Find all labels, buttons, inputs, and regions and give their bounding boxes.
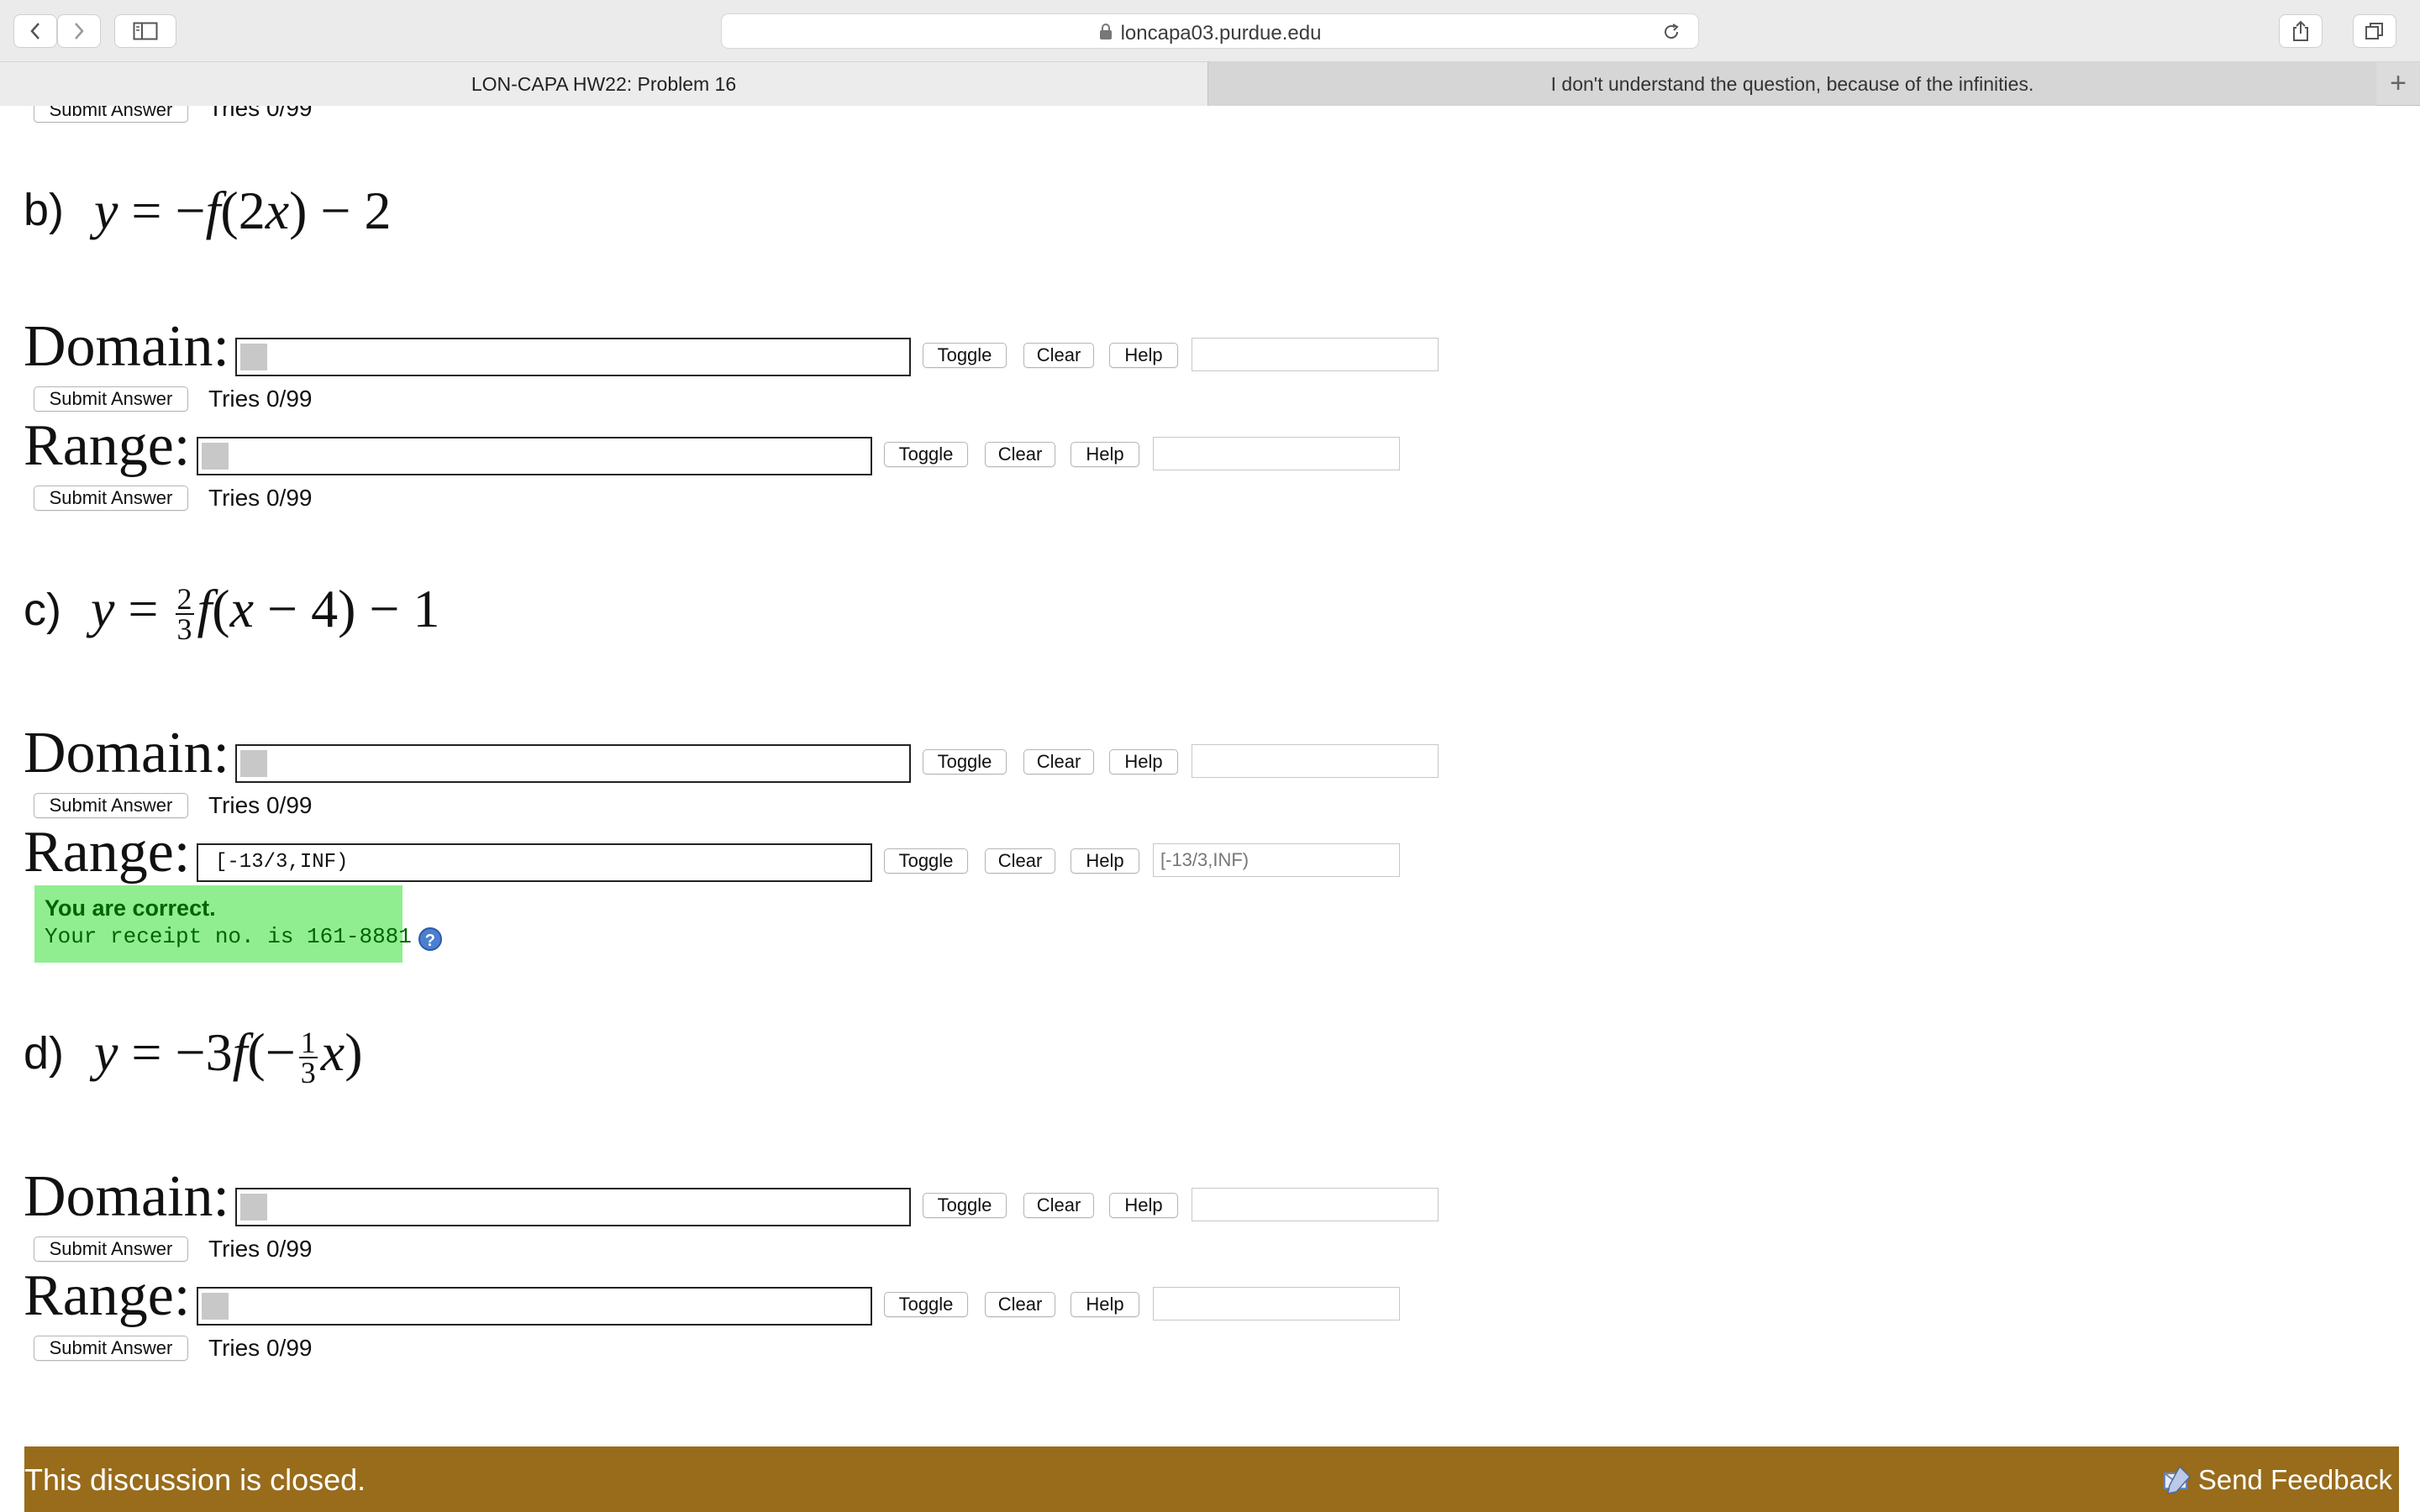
range-input[interactable] [197, 437, 872, 475]
tries-counter: Tries 0/99 [208, 485, 313, 511]
clear-button[interactable]: Clear [985, 848, 1055, 874]
fraction: 23 [175, 582, 194, 647]
help-button[interactable]: Help [1071, 1292, 1139, 1317]
domain-input[interactable] [235, 1188, 911, 1226]
receipt-text: Your receipt no. is 161-8881 [45, 924, 412, 949]
tab-problem-16[interactable]: LON-CAPA HW22: Problem 16 [0, 62, 1208, 106]
domain-input[interactable] [235, 744, 911, 783]
domain-label: Domain: [24, 314, 229, 379]
page-content: Submit Answer Tries 0/99 b) y = −f(2x) −… [0, 106, 2420, 1512]
discussion-closed-text: This discussion is closed. [24, 1462, 366, 1497]
input-cursor [240, 1194, 267, 1221]
part-letter: d) [24, 1028, 65, 1079]
range-input[interactable] [197, 1287, 872, 1326]
clear-button[interactable]: Clear [985, 1292, 1055, 1317]
forward-button[interactable] [57, 14, 101, 48]
domain-label: Domain: [24, 1164, 229, 1229]
fraction: 13 [298, 1026, 318, 1090]
part-b-formula: y = −f(2x) − 2 [94, 181, 392, 240]
sidebar-icon [133, 22, 158, 40]
clear-button[interactable]: Clear [985, 442, 1055, 467]
submit-answer-button[interactable]: Submit Answer [34, 1336, 188, 1361]
send-feedback-label: Send Feedback [2197, 1464, 2392, 1495]
answer-preview [1192, 338, 1439, 371]
range-input[interactable]: [-13/3,INF) [197, 843, 872, 882]
clear-button[interactable]: Clear [1023, 749, 1094, 774]
answer-preview: [-13/3,INF) [1153, 843, 1400, 877]
part-letter: c) [24, 585, 61, 635]
tries-counter: Tries 0/99 [208, 106, 313, 121]
tabs-overview-icon [2365, 23, 2383, 39]
submit-answer-button[interactable]: Submit Answer [34, 386, 188, 412]
clear-button[interactable]: Clear [1023, 1193, 1094, 1218]
help-circle-icon[interactable]: ? [418, 927, 442, 951]
share-icon [2293, 20, 2308, 41]
range-label: Range: [24, 413, 191, 478]
part-letter: b) [24, 185, 65, 235]
back-icon [30, 23, 39, 39]
answer-preview [1192, 744, 1439, 778]
input-cursor [202, 443, 229, 470]
browser-toolbar: loncapa03.purdue.edu [0, 0, 2420, 62]
help-button[interactable]: Help [1071, 442, 1139, 467]
tabs-overview-button[interactable] [2353, 14, 2396, 48]
tries-counter: Tries 0/99 [208, 1236, 313, 1262]
submit-answer-button[interactable]: Submit Answer [34, 793, 188, 818]
feedback-icon [2163, 1465, 2191, 1494]
part-d-formula: y = −3f(− 1 3 x) [94, 1022, 363, 1090]
help-button[interactable]: Help [1109, 1193, 1178, 1218]
tab-discussion[interactable]: I don't understand the question, because… [1208, 62, 2376, 106]
url-text: loncapa03.purdue.edu [1120, 22, 1322, 45]
toggle-button[interactable]: Toggle [923, 343, 1007, 368]
toggle-button[interactable]: Toggle [884, 1292, 968, 1317]
clear-button[interactable]: Clear [1023, 343, 1094, 368]
new-tab-button[interactable]: + [2376, 62, 2420, 106]
tab-bar: LON-CAPA HW22: Problem 16 I don't unders… [0, 62, 2420, 106]
domain-label: Domain: [24, 721, 229, 785]
toggle-button[interactable]: Toggle [884, 442, 968, 467]
correct-message: You are correct. [45, 895, 216, 921]
input-cursor [202, 1293, 229, 1320]
discussion-footer: This discussion is closed. Send Feedback [24, 1446, 2399, 1512]
tries-counter: Tries 0/99 [208, 1335, 313, 1361]
help-button[interactable]: Help [1071, 848, 1139, 874]
range-label: Range: [24, 1263, 191, 1328]
answer-preview [1192, 1188, 1439, 1221]
toggle-button[interactable]: Toggle [923, 1193, 1007, 1218]
share-button[interactable] [2279, 14, 2323, 48]
correct-feedback-box: You are correct. Your receipt no. is 161… [34, 885, 442, 963]
part-c-formula: y = 2 3 f(x − 4) − 1 [91, 579, 440, 647]
submit-answer-button[interactable]: Submit Answer [34, 106, 188, 123]
input-cursor [240, 344, 267, 370]
tries-counter: Tries 0/99 [208, 792, 313, 818]
reload-icon[interactable] [1661, 22, 1681, 42]
answer-preview [1153, 1287, 1400, 1320]
toggle-button[interactable]: Toggle [923, 749, 1007, 774]
back-button[interactable] [13, 14, 57, 48]
address-bar[interactable]: loncapa03.purdue.edu [721, 13, 1699, 49]
submit-answer-button[interactable]: Submit Answer [34, 486, 188, 511]
input-cursor [240, 750, 267, 777]
tries-counter: Tries 0/99 [208, 386, 313, 412]
answer-preview [1153, 437, 1400, 470]
sidebar-button[interactable] [114, 14, 176, 48]
domain-input[interactable] [235, 338, 911, 376]
range-label: Range: [24, 820, 191, 885]
help-button[interactable]: Help [1109, 749, 1178, 774]
forward-icon [75, 23, 84, 39]
toggle-button[interactable]: Toggle [884, 848, 968, 874]
send-feedback-link[interactable]: Send Feedback [2160, 1463, 2392, 1497]
help-button[interactable]: Help [1109, 343, 1178, 368]
lock-icon [1099, 24, 1112, 39]
submit-answer-button[interactable]: Submit Answer [34, 1236, 188, 1262]
